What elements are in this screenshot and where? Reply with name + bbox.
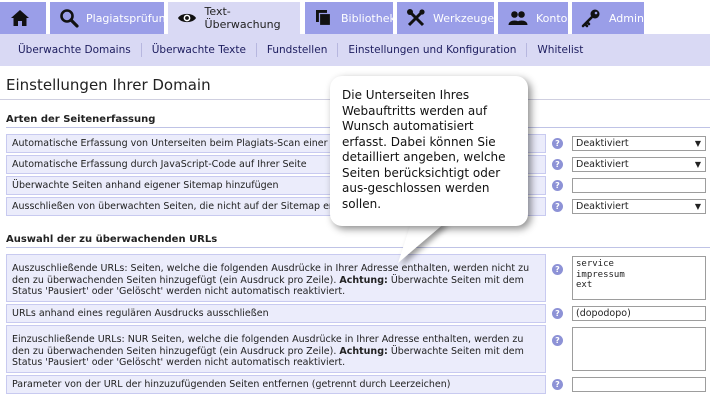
tab-label: Plagiatsprüfung [86,11,173,25]
help-icon[interactable]: ? [552,138,563,149]
select-value: Deaktiviert [576,201,629,212]
auto-javascript-select[interactable]: Deaktiviert ▼ [572,157,706,172]
sitemap-input[interactable] [572,178,706,193]
strip-params-input[interactable] [572,377,706,392]
tab-label: Bibliothek [341,11,396,25]
tab-plagiatspruefung[interactable]: Plagiatsprüfung [50,2,173,34]
subnav-ueberwachte-texte[interactable]: Überwachte Texte [142,44,256,56]
section-divider [6,247,710,248]
key-icon [581,7,602,29]
dropdown-arrow-icon: ▼ [694,160,701,169]
help-icon[interactable]: ? [552,335,563,346]
subnav-einstellungen[interactable]: Einstellungen und Konfiguration [338,44,526,56]
dropdown-arrow-icon: ▼ [694,139,701,148]
help-icon[interactable]: ? [552,201,563,212]
help-icon[interactable]: ? [552,180,563,191]
help-icon[interactable]: ? [552,159,563,170]
tab-label: Konto [536,11,568,25]
speech-bubble: Die Unterseiten Ihres Webauftritts werde… [330,76,528,226]
library-icon [314,7,334,29]
users-icon [507,7,529,29]
setting-label: Parameter von der URL der hinzuzufügende… [6,375,546,394]
page-title: Einstellungen Ihrer Domain [6,76,211,94]
setting-row: Auszuschließende URLs: Seiten, welche di… [6,254,710,302]
exclude-non-sitemap-select[interactable]: Deaktiviert ▼ [572,199,706,214]
dropdown-arrow-icon: ▼ [694,202,701,211]
select-value: Deaktiviert [576,138,629,149]
section-title-urls: Auswahl der zu überwachenden URLs [6,234,218,245]
eye-icon [177,7,198,29]
setting-label: Auszuschließende URLs: Seiten, welche di… [6,254,546,302]
tab-label: Text-Überwachung [204,5,281,31]
setting-label: Einzuschließende URLs: NUR Seiten, welch… [6,325,546,373]
tab-konto[interactable]: Konto [498,2,568,34]
home-icon [9,7,31,29]
subnav-whitelist[interactable]: Whitelist [527,44,593,56]
section-title-seitenerfassung: Arten der Seitenerfassung [6,114,156,125]
subnav-ueberwachte-domains[interactable]: Überwachte Domains [8,44,141,56]
tab-werkzeuge[interactable]: Werkzeuge [397,2,494,34]
setting-label: URLs anhand eines regulären Ausdrucks au… [6,304,546,323]
auto-subpages-select[interactable]: Deaktiviert ▼ [572,136,706,151]
regex-exclude-input[interactable]: (dopodopo) [572,306,706,321]
tab-home[interactable] [0,2,46,34]
help-icon[interactable]: ? [552,379,563,390]
tab-bibliothek[interactable]: Bibliothek [305,2,396,34]
magnifier-icon [59,7,79,29]
help-icon[interactable]: ? [552,264,563,275]
tab-label: Admin [608,11,644,25]
exclude-urls-textarea[interactable]: service impressum ext [572,256,706,300]
setting-row: Parameter von der URL der hinzuzufügende… [6,375,710,394]
tab-text-ueberwachung[interactable]: Text-Überwachung [168,2,300,34]
select-value: Deaktiviert [576,159,629,170]
label-warning: Achtung: [339,345,388,357]
help-icon[interactable]: ? [552,308,563,319]
tools-icon [406,7,426,29]
setting-row: Einzuschließende URLs: NUR Seiten, welch… [6,325,710,373]
include-urls-textarea[interactable] [572,327,706,371]
top-navigation: Plagiatsprüfung Text-Überwachung Bibliot… [0,0,710,34]
setting-row: URLs anhand eines regulären Ausdrucks au… [6,304,710,323]
subnav-fundstellen[interactable]: Fundstellen [257,44,337,56]
tab-admin[interactable]: Admin [572,2,644,34]
sub-navigation: Überwachte Domains Überwachte Texte Fund… [0,34,710,66]
tab-label: Werkzeuge [433,11,495,25]
label-warning: Achtung: [339,274,388,286]
